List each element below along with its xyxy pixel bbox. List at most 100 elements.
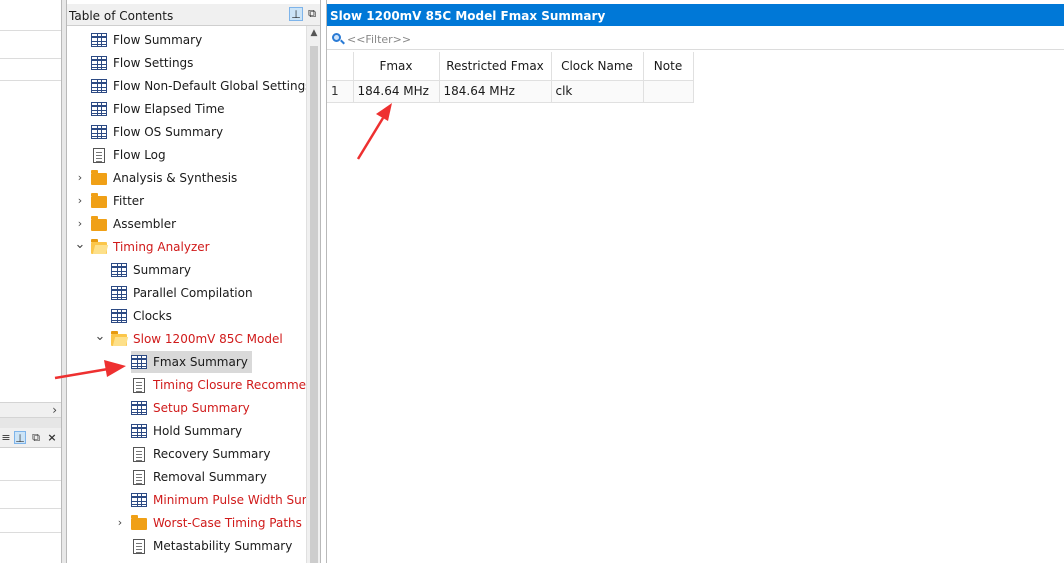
folder-icon <box>91 192 107 208</box>
table-icon <box>91 56 107 70</box>
table-icon <box>131 355 147 369</box>
toc-item-label: Analysis & Synthesis <box>113 171 238 185</box>
scroll-thumb[interactable] <box>310 46 318 563</box>
report-title: Slow 1200mV 85C Model Fmax Summary <box>330 9 606 23</box>
folder-icon <box>91 169 107 185</box>
column-header-note[interactable]: Note <box>643 52 694 81</box>
toc-item-label: Fitter <box>113 194 145 208</box>
column-header-restricted-fmax[interactable]: Restricted Fmax <box>439 52 552 81</box>
table-icon <box>91 33 107 47</box>
toc-item-label: Recovery Summary <box>153 447 271 461</box>
splitter[interactable] <box>0 418 61 428</box>
toc-tree: Flow Summary Flow Settings Flow Non-Defaul… <box>67 29 306 563</box>
restore-icon[interactable]: ⧉ <box>30 431 42 444</box>
fmax-summary-table: Fmax Restricted Fmax Clock Name Note 1 1… <box>327 52 694 103</box>
table-icon <box>111 309 127 323</box>
column-header-index[interactable] <box>327 52 354 81</box>
toc-item[interactable]: Flow Elapsed Time <box>91 98 225 120</box>
toc-vertical-scrollbar[interactable]: ▲ <box>306 26 320 563</box>
folder-icon <box>91 215 107 231</box>
table-header-row: Fmax Restricted Fmax Clock Name Note <box>327 52 694 81</box>
toc-item-label: Assembler <box>113 217 177 231</box>
scroll-up-icon[interactable]: ▲ <box>307 28 321 38</box>
toc-item-label: Timing Closure Recommendations <box>153 378 306 392</box>
toc-item[interactable]: Assembler <box>91 213 176 235</box>
toc-item[interactable]: Timing Closure Recommendations <box>131 374 306 396</box>
chevron-right-icon[interactable]: › <box>52 403 57 417</box>
toc-item[interactable]: Removal Summary <box>131 466 267 488</box>
toc-item[interactable]: Flow OS Summary <box>91 121 223 143</box>
document-icon <box>93 147 105 163</box>
app-window: › ≡ ⊥ ⧉ × Table of Contents ⊥ ⧉ Flow Sum… <box>0 0 1064 563</box>
toc-item[interactable]: Timing Analyzer <box>91 236 210 258</box>
cell-fmax[interactable]: 184.64 MHz <box>353 80 440 103</box>
toc-item-label: Parallel Compilation <box>133 286 253 300</box>
toc-item[interactable]: Setup Summary <box>131 397 250 419</box>
document-icon <box>133 538 145 554</box>
divider <box>0 508 61 509</box>
left-panel-strip: › ≡ ⊥ ⧉ × <box>0 0 62 563</box>
cell-restricted-fmax[interactable]: 184.64 MHz <box>439 80 552 103</box>
chevron-right-icon[interactable]: › <box>73 171 87 184</box>
restore-icon[interactable]: ⧉ <box>305 7 319 21</box>
toc-item[interactable]: Flow Non-Default Global Settings <box>91 75 306 97</box>
toc-item[interactable]: Fitter <box>91 190 144 212</box>
table-icon <box>131 424 147 438</box>
table-of-contents-panel: Table of Contents ⊥ ⧉ Flow Summary Flow S… <box>66 0 321 563</box>
chevron-right-icon[interactable]: › <box>73 217 87 230</box>
toc-item-label: Summary <box>133 263 191 277</box>
filter-input[interactable] <box>347 31 1047 47</box>
toc-item-label: Slow 1200mV 85C Model <box>133 332 283 346</box>
toc-item[interactable]: Flow Settings <box>91 52 193 74</box>
toc-item-label: Metastability Summary <box>153 539 293 553</box>
table-row[interactable]: 1 184.64 MHz 184.64 MHz clk <box>327 80 694 103</box>
toc-item[interactable]: Analysis & Synthesis <box>91 167 237 189</box>
toc-item-label: Worst-Case Timing Paths <box>153 516 302 530</box>
toc-item-label: Fmax Summary <box>153 355 248 369</box>
folder-icon <box>131 514 147 530</box>
menu-icon[interactable]: ≡ <box>0 431 12 444</box>
cell-clock-name[interactable]: clk <box>551 80 644 103</box>
chevron-right-icon[interactable]: › <box>73 194 87 207</box>
pin-icon[interactable]: ⊥ <box>14 431 26 445</box>
toc-item[interactable]: Summary <box>111 259 191 281</box>
pin-icon[interactable]: ⊥ <box>289 7 303 21</box>
toc-item-label: Removal Summary <box>153 470 267 484</box>
horizontal-scrollbar[interactable]: › <box>0 402 61 418</box>
table-icon <box>111 263 127 277</box>
toc-item-label: Flow Settings <box>113 56 194 70</box>
close-icon[interactable]: × <box>46 431 58 444</box>
toc-item-label: Flow Non-Default Global Settings <box>113 79 306 93</box>
table-icon <box>91 102 107 116</box>
toc-item[interactable]: Minimum Pulse Width Summary <box>131 489 306 511</box>
cell-note[interactable] <box>643 80 694 103</box>
divider <box>0 80 61 81</box>
toc-item[interactable]: Clocks <box>111 305 172 327</box>
chevron-down-icon[interactable]: ⌄ <box>73 237 87 252</box>
bottom-panel-header: ≡ ⊥ ⧉ × <box>0 428 61 448</box>
toc-header: Table of Contents ⊥ ⧉ <box>67 4 320 26</box>
table-icon <box>111 286 127 300</box>
toc-item-label: Setup Summary <box>153 401 250 415</box>
toc-item[interactable]: Hold Summary <box>131 420 242 442</box>
toc-item[interactable]: Recovery Summary <box>131 443 270 465</box>
column-header-clock-name[interactable]: Clock Name <box>551 52 644 81</box>
filter-bar <box>327 28 1064 50</box>
column-header-fmax[interactable]: Fmax <box>353 52 440 81</box>
toc-item-label: Flow Summary <box>113 33 203 47</box>
divider <box>0 532 61 533</box>
chevron-right-icon[interactable]: › <box>113 516 127 529</box>
toc-item[interactable]: Worst-Case Timing Paths <box>131 512 302 534</box>
toc-item-label: Clocks <box>133 309 172 323</box>
toc-item[interactable]: Flow Summary <box>91 29 202 51</box>
toc-item[interactable]: Slow 1200mV 85C Model <box>111 328 283 350</box>
document-icon <box>133 446 145 462</box>
toc-item[interactable]: Fmax Summary <box>131 351 252 373</box>
toc-item[interactable]: Flow Log <box>91 144 166 166</box>
toc-item-label: Timing Analyzer <box>113 240 210 254</box>
toc-item-label: Flow OS Summary <box>113 125 224 139</box>
toc-item-label: Minimum Pulse Width Summary <box>153 493 306 507</box>
toc-item[interactable]: Parallel Compilation <box>111 282 253 304</box>
toc-item[interactable]: Metastability Summary <box>131 535 292 557</box>
chevron-down-icon[interactable]: ⌄ <box>93 329 107 344</box>
